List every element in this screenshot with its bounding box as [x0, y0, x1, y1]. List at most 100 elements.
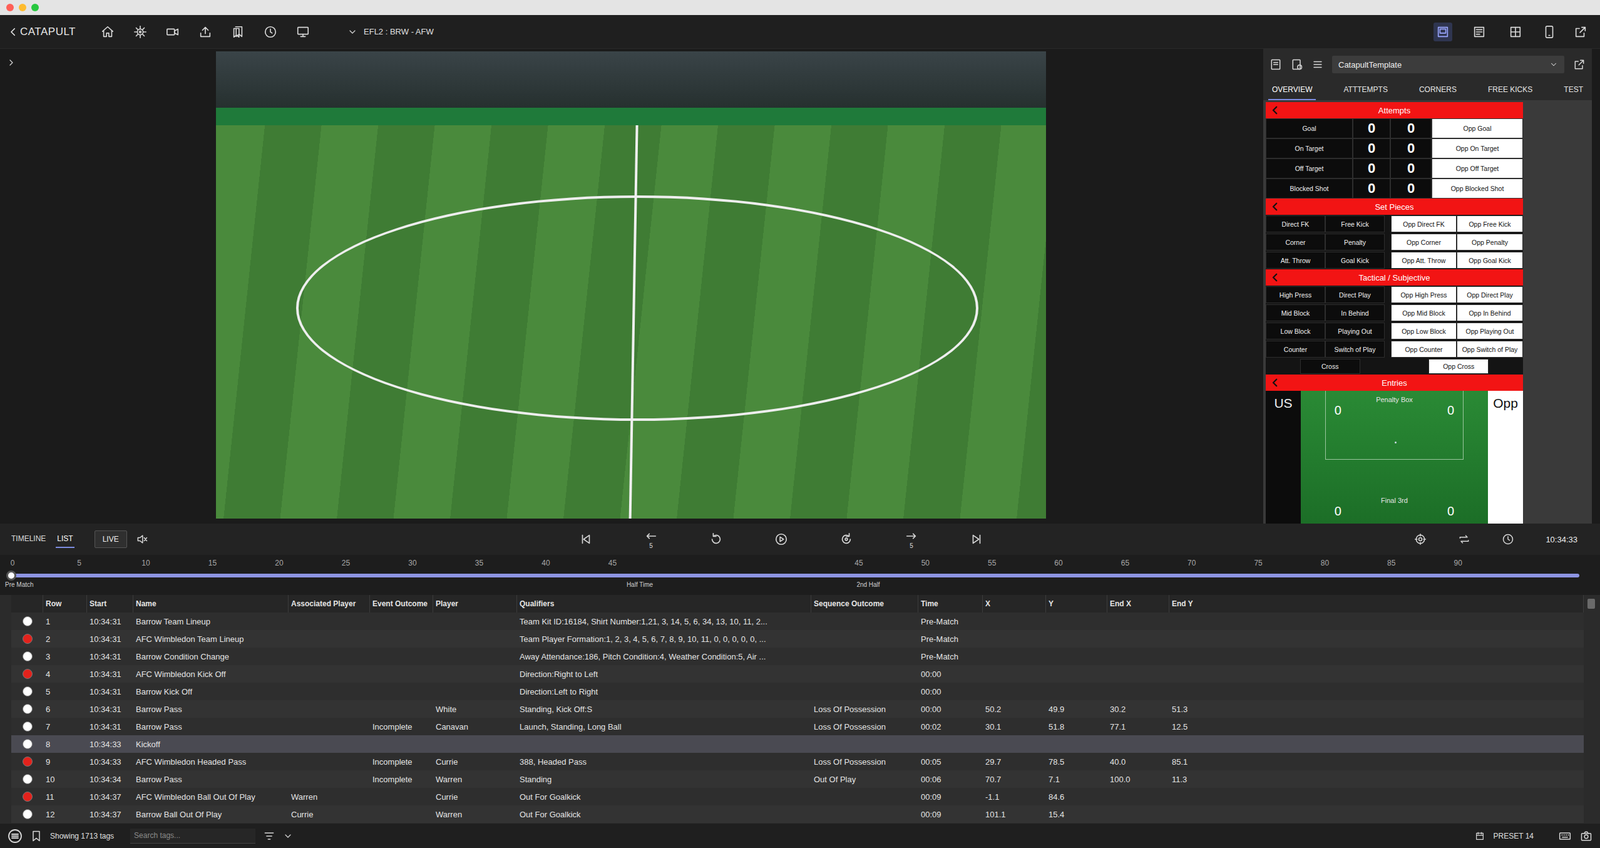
- timeline-ruler[interactable]: 05101520253035404545505560657075808590Pr…: [0, 554, 1600, 595]
- panel-tab[interactable]: ATTTEMPTS: [1339, 80, 1391, 101]
- play-icon[interactable]: [774, 532, 789, 546]
- table-row[interactable]: 910:34:33AFC Wimbledon Headed PassIncomp…: [11, 752, 1584, 770]
- preset-icon[interactable]: [1474, 830, 1485, 841]
- opp-cross-button[interactable]: Opp Cross: [1428, 358, 1489, 374]
- tag-button[interactable]: In Behind: [1325, 304, 1385, 322]
- mute-icon[interactable]: [135, 532, 149, 546]
- table-row[interactable]: 1010:34:34Barrow PassIncompleteWarrenSta…: [11, 769, 1584, 788]
- panel-tab[interactable]: TEST: [1559, 80, 1587, 101]
- layout-button[interactable]: [1469, 22, 1489, 42]
- tag-button[interactable]: Goal Kick: [1325, 251, 1385, 269]
- scrollbar[interactable]: [1583, 594, 1600, 823]
- clock-icon[interactable]: [1501, 532, 1515, 546]
- attempt-button[interactable]: Goal: [1265, 118, 1353, 139]
- layout-icon[interactable]: [1508, 25, 1523, 39]
- previous-icon[interactable]: [579, 532, 593, 546]
- opp-tag-button[interactable]: Opp In Behind: [1456, 304, 1524, 322]
- opp-tag-button[interactable]: Opp Switch of Play: [1456, 340, 1524, 358]
- filter-icon[interactable]: [262, 829, 276, 842]
- menu-icon[interactable]: [1312, 58, 1324, 71]
- tag-button[interactable]: Mid Block: [1265, 304, 1326, 322]
- column-header[interactable]: Name: [133, 594, 289, 613]
- column-header[interactable]: End X: [1107, 594, 1170, 613]
- section-header[interactable]: Attempts: [1265, 102, 1524, 119]
- table-row[interactable]: 510:34:31Barrow Kick OffDirection:Left t…: [11, 682, 1584, 700]
- table-row[interactable]: 710:34:31Barrow PassIncompleteCanavanLau…: [11, 717, 1584, 735]
- keyboard-icon[interactable]: [1558, 829, 1572, 842]
- column-header[interactable]: Y: [1046, 594, 1108, 613]
- template-settings-icon[interactable]: [1290, 58, 1304, 71]
- home-icon[interactable]: [100, 25, 115, 39]
- chevron-down-icon[interactable]: [282, 830, 293, 841]
- play-button[interactable]: [768, 532, 794, 546]
- table-row[interactable]: 110:34:31Barrow Team LineupTeam Kit ID:1…: [11, 612, 1584, 630]
- tag-button[interactable]: Low Block: [1265, 322, 1326, 340]
- scroll-thumb[interactable]: [1587, 598, 1595, 609]
- minimize-button[interactable]: [18, 3, 27, 12]
- table-row[interactable]: 310:34:31Barrow Condition ChangeAway Att…: [11, 647, 1584, 665]
- opp-tag-button[interactable]: Opp High Press: [1390, 286, 1457, 303]
- upload-icon[interactable]: [198, 25, 213, 39]
- zoom-button[interactable]: [31, 3, 39, 12]
- table-row[interactable]: 410:34:31AFC Wimbledon Kick OffDirection…: [11, 664, 1584, 683]
- pop-out-icon[interactable]: [1573, 58, 1586, 71]
- panel-tab[interactable]: CORNERS: [1415, 80, 1461, 101]
- layout-icon[interactable]: [1472, 25, 1487, 39]
- table-row[interactable]: 210:34:31AFC Wimbledon Team LineupTeam P…: [11, 629, 1584, 648]
- clock-icon[interactable]: [263, 25, 278, 39]
- opp-tag-button[interactable]: Opp Penalty: [1456, 233, 1524, 251]
- close-button[interactable]: [6, 3, 14, 12]
- list-menu-icon[interactable]: [7, 828, 23, 844]
- panel-tab[interactable]: FREE KICKS: [1484, 80, 1537, 101]
- next-icon[interactable]: [969, 532, 984, 546]
- video-camera-icon[interactable]: [165, 25, 180, 39]
- panel-tab[interactable]: OVERVIEW: [1268, 80, 1316, 101]
- attempt-button[interactable]: On Target: [1265, 138, 1353, 159]
- chevron-down-icon[interactable]: [1549, 60, 1559, 69]
- layout-button[interactable]: [1506, 22, 1525, 42]
- table-row[interactable]: 810:34:33Kickoff: [11, 734, 1584, 753]
- opp-attempt-button[interactable]: Opp On Target: [1431, 138, 1524, 159]
- opp-attempt-button[interactable]: Opp Off Target: [1431, 158, 1524, 179]
- fast-forward-icon[interactable]: [904, 528, 919, 543]
- live-button[interactable]: LIVE: [94, 530, 128, 548]
- opp-tag-button[interactable]: Opp Direct Play: [1456, 286, 1524, 303]
- tag-button[interactable]: High Press: [1265, 286, 1326, 303]
- table-row[interactable]: 1210:34:37Barrow Ball Out Of PlayCurrieW…: [11, 805, 1584, 823]
- column-header[interactable]: Player: [433, 594, 518, 613]
- layout-icon[interactable]: [1435, 25, 1450, 39]
- bookmark-icon[interactable]: [30, 829, 43, 842]
- entries-field[interactable]: Penalty Box00Final 3rd00: [1300, 390, 1488, 524]
- tag-button[interactable]: Direct Play: [1325, 286, 1385, 303]
- column-header[interactable]: Start: [87, 594, 134, 613]
- next-button[interactable]: [964, 532, 990, 546]
- tag-button[interactable]: Free Kick: [1325, 215, 1385, 233]
- search-field[interactable]: [130, 828, 256, 844]
- tag-button[interactable]: Att. Throw: [1265, 251, 1326, 269]
- catapult-logo[interactable]: CATAPULT: [7, 25, 76, 39]
- attempt-button[interactable]: Blocked Shot: [1265, 178, 1353, 199]
- tag-button[interactable]: Switch of Play: [1325, 340, 1385, 358]
- camera-icon[interactable]: [1579, 829, 1593, 842]
- tag-button[interactable]: Direct FK: [1265, 215, 1326, 233]
- opp-tag-button[interactable]: Opp Playing Out: [1456, 322, 1524, 340]
- table-row[interactable]: 1110:34:37AFC Wimbledon Ball Out Of Play…: [11, 787, 1584, 806]
- opp-tag-button[interactable]: Opp Mid Block: [1390, 304, 1457, 322]
- column-header[interactable]: End Y: [1169, 594, 1584, 613]
- tag-button[interactable]: Playing Out: [1325, 322, 1385, 340]
- collapse-chevron-icon[interactable]: [1269, 376, 1281, 389]
- layout-button[interactable]: [1433, 22, 1453, 42]
- match-selector[interactable]: EFL2 : BRW - AFW: [347, 26, 434, 37]
- monitor-icon[interactable]: [296, 25, 310, 39]
- column-header[interactable]: Row: [43, 594, 88, 613]
- tag-button[interactable]: Counter: [1265, 340, 1326, 358]
- opp-tag-button[interactable]: Opp Goal Kick: [1456, 251, 1524, 269]
- column-header[interactable]: Qualifiers: [517, 594, 812, 613]
- step-forward-icon[interactable]: [839, 532, 854, 546]
- table-row[interactable]: 610:34:31Barrow PassWhiteStanding, Kick …: [11, 699, 1584, 718]
- opp-tag-button[interactable]: Opp Att. Throw: [1390, 251, 1457, 269]
- opp-tag-button[interactable]: Opp Low Block: [1390, 322, 1457, 340]
- replay-button[interactable]: [703, 532, 729, 546]
- attempt-button[interactable]: Off Target: [1265, 158, 1353, 179]
- column-header[interactable]: Sequence Outcome: [811, 594, 919, 613]
